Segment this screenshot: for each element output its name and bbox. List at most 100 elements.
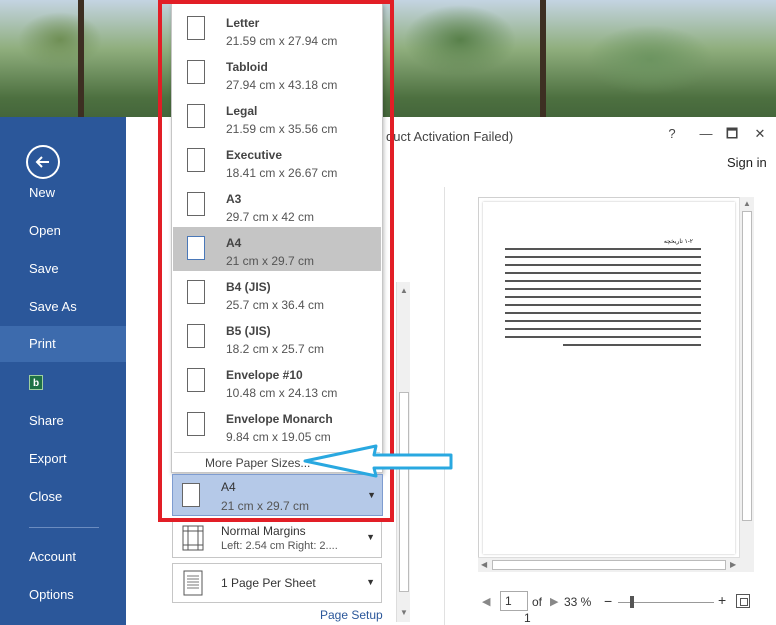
paper-icon [187, 192, 205, 216]
scroll-left-icon[interactable]: ◀ [481, 560, 487, 569]
preview-heading: ۱-۲ تاریخچه [663, 239, 693, 245]
nav-share[interactable]: Share [0, 403, 126, 439]
preview-text-line [505, 296, 701, 298]
margins-dropdown[interactable]: Normal Margins Left: 2.54 cm Right: 2...… [172, 518, 382, 558]
paper-name: A4 [226, 236, 242, 250]
back-button[interactable] [26, 145, 60, 179]
restore-button[interactable]: 🗖 [722, 125, 742, 143]
nav-separator [29, 527, 99, 528]
nav-save-as[interactable]: Save As [0, 289, 126, 325]
page-total: 1 [524, 611, 531, 625]
scroll-thumb[interactable] [742, 211, 752, 521]
nav-options[interactable]: Options [0, 577, 126, 613]
paper-name: A4 [221, 480, 236, 494]
paper-option-envelope-10[interactable]: Envelope #10 10.48 cm x 24.13 cm [173, 359, 381, 403]
paper-name: A3 [226, 192, 242, 206]
paper-dimensions: 21 cm x 29.7 cm [221, 499, 310, 513]
paper-name: Letter [226, 16, 260, 30]
sign-in-link[interactable]: Sign in [727, 155, 767, 170]
paper-option-b4-jis[interactable]: B4 (JIS) 25.7 cm x 36.4 cm [173, 271, 381, 315]
paper-option-a3[interactable]: A3 29.7 cm x 42 cm [173, 183, 381, 227]
paper-option-b5-jis[interactable]: B5 (JIS) 18.2 cm x 25.7 cm [173, 315, 381, 359]
zoom-in-icon[interactable]: + [718, 592, 726, 608]
paper-option-letter[interactable]: Letter 21.59 cm x 27.94 cm [173, 7, 381, 51]
paper-option-envelope-monarch[interactable]: Envelope Monarch 9.84 cm x 19.05 cm [173, 403, 381, 447]
paper-icon [187, 148, 205, 172]
preview-horizontal-scrollbar[interactable]: ◀ ▶ [478, 557, 740, 572]
window-title: duct Activation Failed) [386, 129, 514, 144]
preview-text-line [563, 344, 701, 346]
nav-open[interactable]: Open [0, 213, 126, 249]
preview-text-line [505, 312, 701, 314]
nav-close[interactable]: Close [0, 479, 126, 515]
chevron-down-icon: ▼ [366, 532, 375, 542]
paper-icon [187, 368, 205, 392]
zoom-level[interactable]: 33 % [564, 595, 591, 609]
paper-name: Envelope Monarch [226, 412, 333, 426]
paper-name: B4 (JIS) [226, 280, 271, 294]
callout-arrow-icon [303, 444, 453, 478]
pages-per-sheet-dropdown[interactable]: 1 Page Per Sheet ▼ [172, 563, 382, 603]
nav-print[interactable]: Print [0, 326, 126, 362]
addin-icon[interactable]: b [29, 375, 43, 390]
page-setup-link[interactable]: Page Setup [320, 608, 383, 622]
paper-option-legal[interactable]: Legal 21.59 cm x 35.56 cm [173, 95, 381, 139]
margins-icon [182, 525, 204, 551]
close-button[interactable]: ✕ [750, 125, 770, 143]
preview-text-line [505, 256, 701, 258]
nav-export[interactable]: Export [0, 441, 126, 477]
chevron-down-icon: ▼ [366, 577, 375, 587]
preview-text-line [505, 280, 701, 282]
more-paper-sizes-link[interactable]: More Paper Sizes... [205, 456, 310, 470]
scroll-thumb[interactable] [492, 560, 726, 570]
paper-icon [187, 236, 205, 260]
preview-text-line [505, 288, 701, 290]
zoom-slider-thumb[interactable] [630, 596, 634, 608]
paper-option-tabloid[interactable]: Tabloid 27.94 cm x 43.18 cm [173, 51, 381, 95]
previous-page-icon[interactable]: ◀ [482, 595, 490, 608]
paper-name: Tabloid [226, 60, 268, 74]
help-button[interactable]: ? [662, 125, 682, 143]
chevron-down-icon: ▼ [367, 490, 376, 500]
scroll-down-icon[interactable]: ▼ [399, 608, 409, 618]
pages-per-sheet-icon [183, 570, 203, 596]
scroll-right-icon[interactable]: ▶ [730, 560, 736, 569]
next-page-icon[interactable]: ▶ [550, 595, 558, 608]
paper-option-executive[interactable]: Executive 18.41 cm x 26.67 cm [173, 139, 381, 183]
preview-vertical-scrollbar[interactable]: ▲ [739, 197, 754, 572]
paper-size-list: Letter 21.59 cm x 27.94 cm Tabloid 27.94… [171, 3, 383, 473]
backstage-sidebar: New Open Save Save As Print b Share Expo… [0, 117, 126, 625]
scroll-up-icon[interactable]: ▲ [743, 199, 751, 208]
nav-new[interactable]: New [0, 175, 126, 211]
scroll-thumb[interactable] [399, 392, 409, 592]
print-preview-pane: ۱-۲ تاریخچه [478, 197, 754, 572]
preview-text-line [505, 248, 701, 250]
paper-dimensions: 9.84 cm x 19.05 cm [226, 430, 331, 444]
margins-values: Left: 2.54 cm Right: 2.... [221, 540, 338, 552]
paper-option-a4[interactable]: A4 21 cm x 29.7 cm [173, 227, 381, 271]
paper-size-dropdown[interactable]: A4 21 cm x 29.7 cm ▼ [172, 474, 383, 516]
preview-text-line [505, 264, 701, 266]
preview-text-line [505, 320, 701, 322]
pages-per-sheet-label: 1 Page Per Sheet [221, 576, 316, 590]
nav-account[interactable]: Account [0, 539, 126, 575]
paper-dimensions: 21.59 cm x 35.56 cm [226, 122, 338, 136]
margins-label: Normal Margins [221, 524, 306, 538]
scroll-up-icon[interactable]: ▲ [399, 286, 409, 296]
paper-icon [187, 412, 205, 436]
paper-dimensions: 29.7 cm x 42 cm [226, 210, 315, 224]
paper-icon [187, 16, 205, 40]
nav-save[interactable]: Save [0, 251, 126, 287]
zoom-to-page-icon[interactable] [736, 594, 750, 608]
paper-dimensions: 18.2 cm x 25.7 cm [226, 342, 325, 356]
minimize-button[interactable]: — [696, 125, 716, 143]
paper-icon [187, 280, 205, 304]
preview-text-line [505, 328, 701, 330]
paper-icon [187, 324, 205, 348]
zoom-out-icon[interactable]: − [604, 593, 612, 609]
paper-name: Envelope #10 [226, 368, 303, 382]
paper-name: Executive [226, 148, 283, 162]
current-page-input[interactable] [500, 591, 528, 611]
paper-dimensions: 18.41 cm x 26.67 cm [226, 166, 338, 180]
paper-dimensions: 25.7 cm x 36.4 cm [226, 298, 325, 312]
